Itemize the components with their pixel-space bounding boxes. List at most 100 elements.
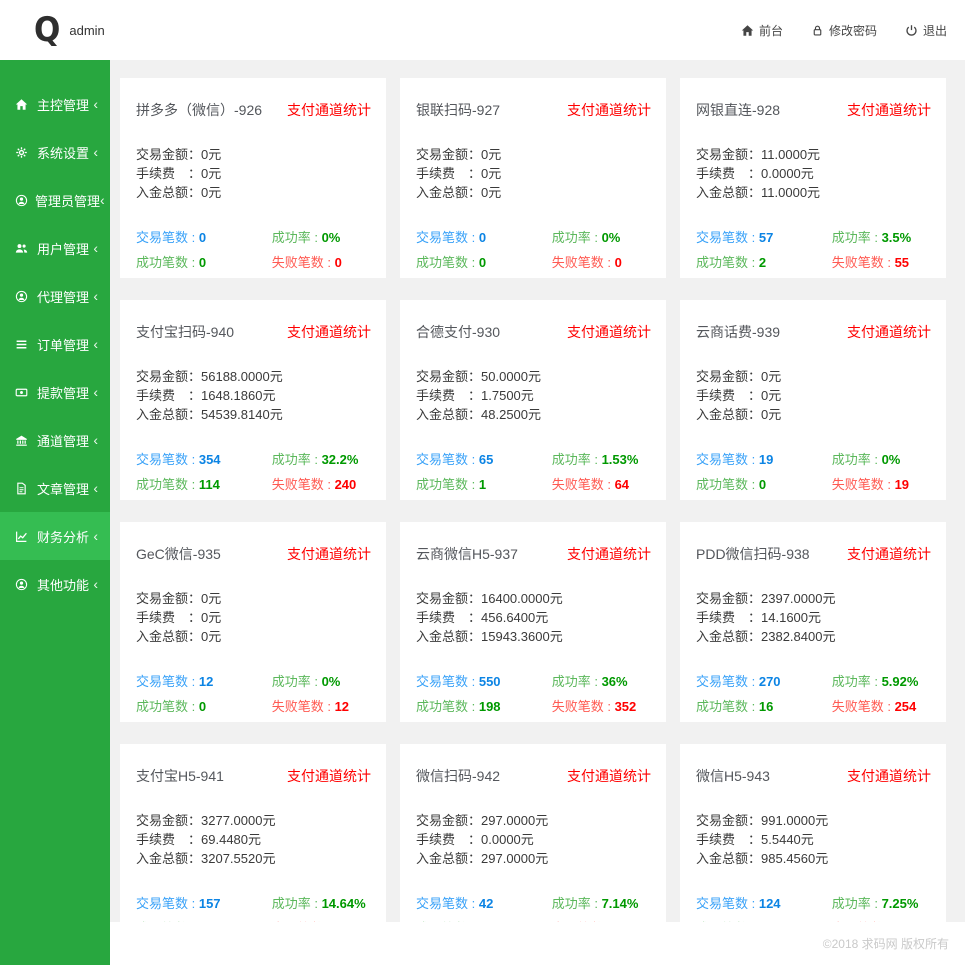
admin-user-icon — [15, 194, 28, 207]
fail-count-label: 失败笔数 : — [551, 477, 615, 492]
fail-count-label: 失败笔数 : — [271, 255, 335, 270]
amount-value: 11.0000元 — [761, 147, 821, 162]
channel-stats-link[interactable]: 支付通道统计 — [567, 766, 651, 786]
sidebar-item-2[interactable]: 管理员管理 ‹ — [0, 176, 110, 224]
tx-count-label: 交易笔数 : — [416, 230, 479, 245]
total-in-label: 入金总额： — [416, 629, 482, 644]
sidebar-item-6[interactable]: 提款管理 ‹ — [0, 368, 110, 416]
sidebar-item-7[interactable]: 通道管理 ‹ — [0, 416, 110, 464]
success-count-value: 0 — [198, 255, 207, 270]
channel-stats-link[interactable]: 支付通道统计 — [287, 322, 371, 342]
tx-count-label: 交易笔数 : — [416, 896, 479, 911]
channel-stats-link[interactable]: 支付通道统计 — [567, 322, 651, 342]
fee-value: 0.0000元 — [761, 166, 814, 181]
sidebar-item-4[interactable]: 代理管理 ‹ — [0, 272, 110, 320]
channel-stats-link[interactable]: 支付通道统计 — [287, 766, 371, 786]
card-title: 支付宝H5-941 — [136, 768, 224, 784]
tx-count-value: 124 — [758, 896, 781, 911]
card-details: 交易金额：50.0000元 手续费 ：1.7500元 入金总额：48.2500元 — [416, 367, 650, 424]
sidebar-item-1[interactable]: 系统设置 ‹ — [0, 128, 110, 176]
success-count-label: 成功笔数 : — [696, 255, 759, 270]
fail-count-value: 0 — [334, 255, 342, 270]
tx-count-value: 270 — [758, 674, 781, 689]
users-icon — [15, 242, 30, 255]
fee-value: 14.1600元 — [761, 610, 822, 625]
amount-value: 56188.0000元 — [201, 369, 283, 384]
total-in-value: 0元 — [761, 407, 782, 422]
sidebar-item-10[interactable]: 其他功能 ‹ — [0, 560, 110, 608]
total-in-label: 入金总额： — [136, 185, 202, 200]
fee-label: 手续费 ： — [136, 388, 202, 403]
card-details: 交易金额：0元 手续费 ：0元 入金总额：0元 — [696, 367, 930, 424]
fee-value: 1648.1860元 — [201, 388, 276, 403]
success-rate-value: 32.2% — [321, 452, 359, 467]
channel-stats-link[interactable]: 支付通道统计 — [567, 544, 651, 564]
amount-value: 0元 — [201, 591, 222, 606]
lock-icon — [811, 24, 824, 37]
amount-label: 交易金额： — [696, 147, 762, 162]
total-in-value: 2382.8400元 — [761, 629, 836, 644]
copyright-text: ©2018 求码网 版权所有 — [822, 937, 949, 951]
change-password-link[interactable]: 修改密码 — [811, 22, 877, 39]
channel-stats-link[interactable]: 支付通道统计 — [287, 544, 371, 564]
sidebar-item-3[interactable]: 用户管理 ‹ — [0, 224, 110, 272]
total-in-value: 15943.3600元 — [481, 629, 563, 644]
sidebar-item-8[interactable]: 文章管理 ‹ — [0, 464, 110, 512]
channel-card: 微信扫码-942 支付通道统计 交易金额：297.0000元 手续费 ：0.00… — [400, 744, 666, 922]
sidebar-item-5[interactable]: 订单管理 ‹ — [0, 320, 110, 368]
channel-stats-link[interactable]: 支付通道统计 — [847, 766, 931, 786]
card-details: 交易金额：56188.0000元 手续费 ：1648.1860元 入金总额：54… — [136, 367, 370, 424]
total-in-value: 3207.5520元 — [201, 851, 276, 866]
success-rate-label: 成功率 : — [551, 896, 602, 911]
sidebar-item-label: 用户管理 — [37, 241, 90, 257]
card-title: 云商微信H5-937 — [416, 546, 518, 562]
frontend-link[interactable]: 前台 — [741, 22, 783, 39]
channel-stats-link[interactable]: 支付通道统计 — [847, 100, 931, 120]
channel-stats-link[interactable]: 支付通道统计 — [847, 544, 931, 564]
home-icon — [741, 24, 754, 37]
card-title: 银联扫码-927 — [416, 102, 501, 118]
card-stats: 交易笔数 : 42 成功率 : 7.14% 成功笔数 : 3 失败笔数 : 39 — [416, 893, 650, 922]
total-in-value: 11.0000元 — [761, 185, 821, 200]
success-rate-value: 0% — [601, 230, 621, 245]
tx-count-label: 交易笔数 : — [136, 230, 199, 245]
chevron-left-icon: ‹ — [93, 336, 98, 352]
fee-value: 0元 — [481, 166, 502, 181]
sidebar-item-0[interactable]: 主控管理 ‹ — [0, 80, 110, 128]
fail-count-label: 失败笔数 : — [831, 255, 895, 270]
sidebar-item-9[interactable]: 财务分析 ‹ — [0, 512, 110, 560]
total-in-label: 入金总额： — [696, 629, 762, 644]
logout-link[interactable]: 退出 — [905, 22, 947, 39]
card-title: 微信扫码-942 — [416, 768, 501, 784]
total-in-value: 48.2500元 — [481, 407, 542, 422]
fee-label: 手续费 ： — [696, 388, 762, 403]
card-details: 交易金额：3277.0000元 手续费 ：69.4480元 入金总额：3207.… — [136, 811, 370, 868]
fee-label: 手续费 ： — [416, 388, 482, 403]
card-stats: 交易笔数 : 157 成功率 : 14.64% 成功笔数 : 23 失败笔数 :… — [136, 893, 370, 922]
success-count-value: 0 — [198, 699, 207, 714]
card-stats: 交易笔数 : 124 成功率 : 7.25% 成功笔数 : 9 失败笔数 : 1… — [696, 893, 930, 922]
fee-label: 手续费 ： — [416, 610, 482, 625]
success-count-value: 1 — [478, 477, 487, 492]
success-rate-label: 成功率 : — [271, 230, 322, 245]
chevron-left-icon: ‹ — [93, 240, 98, 256]
total-in-label: 入金总额： — [696, 185, 762, 200]
card-details: 交易金额：0元 手续费 ：0元 入金总额：0元 — [136, 589, 370, 646]
channel-stats-link[interactable]: 支付通道统计 — [287, 100, 371, 120]
channel-card: 微信H5-943 支付通道统计 交易金额：991.0000元 手续费 ：5.54… — [680, 744, 946, 922]
card-title: 微信H5-943 — [696, 768, 770, 784]
fail-count-label: 失败笔数 : — [271, 477, 335, 492]
tx-count-value: 0 — [198, 230, 207, 245]
chevron-left-icon: ‹ — [93, 528, 98, 544]
brand: Q admin — [34, 13, 105, 46]
channel-stats-link[interactable]: 支付通道统计 — [847, 322, 931, 342]
channel-stats-link[interactable]: 支付通道统计 — [567, 100, 651, 120]
success-count-label: 成功笔数 : — [696, 477, 759, 492]
total-in-value: 54539.8140元 — [201, 407, 283, 422]
card-details: 交易金额：297.0000元 手续费 ：0.0000元 入金总额：297.000… — [416, 811, 650, 868]
amount-value: 0元 — [761, 369, 782, 384]
home-icon — [15, 98, 30, 111]
card-stats: 交易笔数 : 65 成功率 : 1.53% 成功笔数 : 1 失败笔数 : 64 — [416, 449, 650, 493]
amount-label: 交易金额： — [416, 369, 482, 384]
tx-count-label: 交易笔数 : — [696, 674, 759, 689]
